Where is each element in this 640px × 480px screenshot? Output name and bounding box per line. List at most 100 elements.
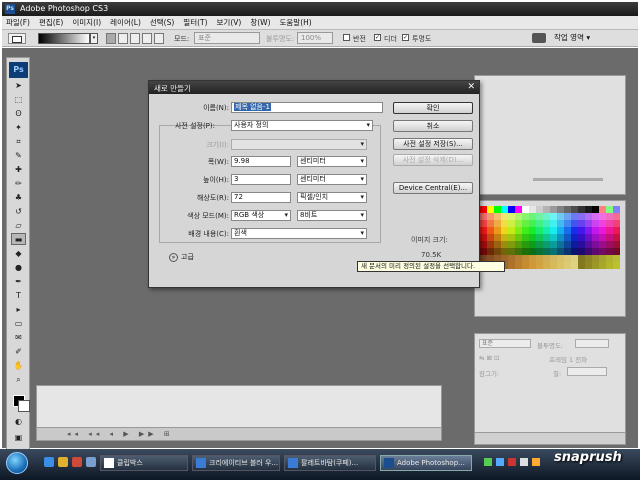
color-swatch[interactable] xyxy=(494,248,501,255)
color-swatch[interactable] xyxy=(585,206,592,213)
color-swatch[interactable] xyxy=(585,213,592,220)
color-swatch[interactable] xyxy=(592,213,599,220)
color-swatch[interactable] xyxy=(599,248,606,255)
tray-network-icon[interactable] xyxy=(484,458,492,466)
color-swatch[interactable] xyxy=(515,220,522,227)
color-swatch[interactable] xyxy=(487,234,494,241)
color-swatch[interactable] xyxy=(571,255,578,262)
color-swatch[interactable] xyxy=(592,227,599,234)
width-unit-select[interactable]: 센티미터 xyxy=(297,156,367,167)
color-swatch[interactable] xyxy=(606,213,613,220)
color-swatch[interactable] xyxy=(522,206,529,213)
color-swatch[interactable] xyxy=(515,255,522,262)
path-select-tool-icon[interactable]: ▸ xyxy=(11,304,26,316)
color-swatch[interactable] xyxy=(536,213,543,220)
color-swatch[interactable] xyxy=(613,234,620,241)
color-swatch[interactable] xyxy=(571,241,578,248)
color-swatch[interactable] xyxy=(480,220,487,227)
tray-security-icon[interactable] xyxy=(508,458,516,466)
task-clipbox[interactable]: 클립박스 xyxy=(100,455,188,471)
color-swatch[interactable] xyxy=(536,248,543,255)
close-icon[interactable]: ✕ xyxy=(467,81,475,94)
color-swatch[interactable] xyxy=(550,234,557,241)
color-swatch[interactable] xyxy=(529,255,536,262)
eraser-tool-icon[interactable]: ▱ xyxy=(11,220,26,232)
color-swatch[interactable] xyxy=(592,262,599,269)
task-browser[interactable]: 크리에이티브 블러 우... xyxy=(192,455,280,471)
color-swatch[interactable] xyxy=(606,234,613,241)
color-swatch[interactable] xyxy=(501,248,508,255)
brush-tool-icon[interactable]: ✏ xyxy=(11,178,26,190)
linear-gradient-button[interactable] xyxy=(106,33,116,44)
reverse-checkbox[interactable] xyxy=(343,34,350,41)
color-swatch[interactable] xyxy=(606,206,613,213)
task-photoshop[interactable]: Adobe Photoshop... xyxy=(380,455,472,471)
dither-checkbox[interactable]: ✓ xyxy=(374,34,381,41)
color-swatch[interactable] xyxy=(536,255,543,262)
color-swatch[interactable] xyxy=(571,206,578,213)
size-select[interactable] xyxy=(231,139,367,150)
color-swatch[interactable] xyxy=(613,227,620,234)
color-swatch[interactable] xyxy=(592,234,599,241)
color-swatch[interactable] xyxy=(564,213,571,220)
color-swatch[interactable] xyxy=(578,213,585,220)
color-swatch[interactable] xyxy=(543,227,550,234)
color-swatch[interactable] xyxy=(550,220,557,227)
color-swatch[interactable] xyxy=(592,255,599,262)
gradient-tool-icon[interactable]: ▬ xyxy=(11,233,26,245)
color-swatch[interactable] xyxy=(536,241,543,248)
color-swatch[interactable] xyxy=(508,262,515,269)
ok-button[interactable]: 확인 xyxy=(393,102,473,114)
color-swatch[interactable] xyxy=(536,227,543,234)
color-swatch[interactable] xyxy=(599,220,606,227)
color-swatch[interactable] xyxy=(494,206,501,213)
device-central-button[interactable]: Device Central(E)... xyxy=(393,182,473,194)
crop-tool-icon[interactable]: ⌗ xyxy=(11,136,26,148)
color-swatch[interactable] xyxy=(515,241,522,248)
color-swatch[interactable] xyxy=(536,220,543,227)
color-swatch[interactable] xyxy=(508,248,515,255)
color-swatch[interactable] xyxy=(543,206,550,213)
color-swatch[interactable] xyxy=(487,227,494,234)
layer-opacity-input[interactable] xyxy=(575,339,609,348)
menu-layer[interactable]: 레이어(L) xyxy=(110,17,141,28)
zoom-slider[interactable] xyxy=(533,178,603,181)
color-swatch[interactable] xyxy=(543,241,550,248)
color-swatch[interactable] xyxy=(515,213,522,220)
color-swatch[interactable] xyxy=(508,234,515,241)
blur-tool-icon[interactable]: ◆ xyxy=(11,248,26,260)
color-swatch[interactable] xyxy=(578,255,585,262)
color-swatch[interactable] xyxy=(571,234,578,241)
zoom-tool-icon[interactable]: ⌕ xyxy=(11,374,26,386)
color-swatch[interactable] xyxy=(613,220,620,227)
resolution-unit-select[interactable]: 픽셀/인치 xyxy=(297,192,367,203)
color-swatch[interactable] xyxy=(599,213,606,220)
color-swatch[interactable] xyxy=(578,248,585,255)
color-swatch[interactable] xyxy=(571,227,578,234)
color-swatch[interactable] xyxy=(522,227,529,234)
gradient-dropdown-icon[interactable]: ▾ xyxy=(90,33,98,44)
color-swatch[interactable] xyxy=(480,234,487,241)
color-swatch[interactable] xyxy=(585,227,592,234)
color-swatch[interactable] xyxy=(613,206,620,213)
history-brush-tool-icon[interactable]: ↺ xyxy=(11,206,26,218)
color-swatch[interactable] xyxy=(613,213,620,220)
color-swatch[interactable] xyxy=(613,248,620,255)
resolution-input[interactable]: 72 xyxy=(231,192,291,203)
color-swatch[interactable] xyxy=(599,241,606,248)
menu-window[interactable]: 창(W) xyxy=(250,17,270,28)
color-swatch[interactable] xyxy=(529,241,536,248)
color-swatch[interactable] xyxy=(613,241,620,248)
start-button[interactable] xyxy=(6,452,28,474)
color-swatch[interactable] xyxy=(515,234,522,241)
color-swatch[interactable] xyxy=(585,220,592,227)
color-swatch[interactable] xyxy=(571,213,578,220)
tray-volume-icon[interactable] xyxy=(520,458,528,466)
color-swatch[interactable] xyxy=(592,248,599,255)
color-swatch[interactable] xyxy=(508,255,515,262)
menu-select[interactable]: 선택(S) xyxy=(150,17,174,28)
color-swatch[interactable] xyxy=(480,213,487,220)
color-swatch[interactable] xyxy=(564,248,571,255)
fill-input[interactable] xyxy=(567,367,607,376)
lasso-tool-icon[interactable]: ʘ xyxy=(11,108,26,120)
